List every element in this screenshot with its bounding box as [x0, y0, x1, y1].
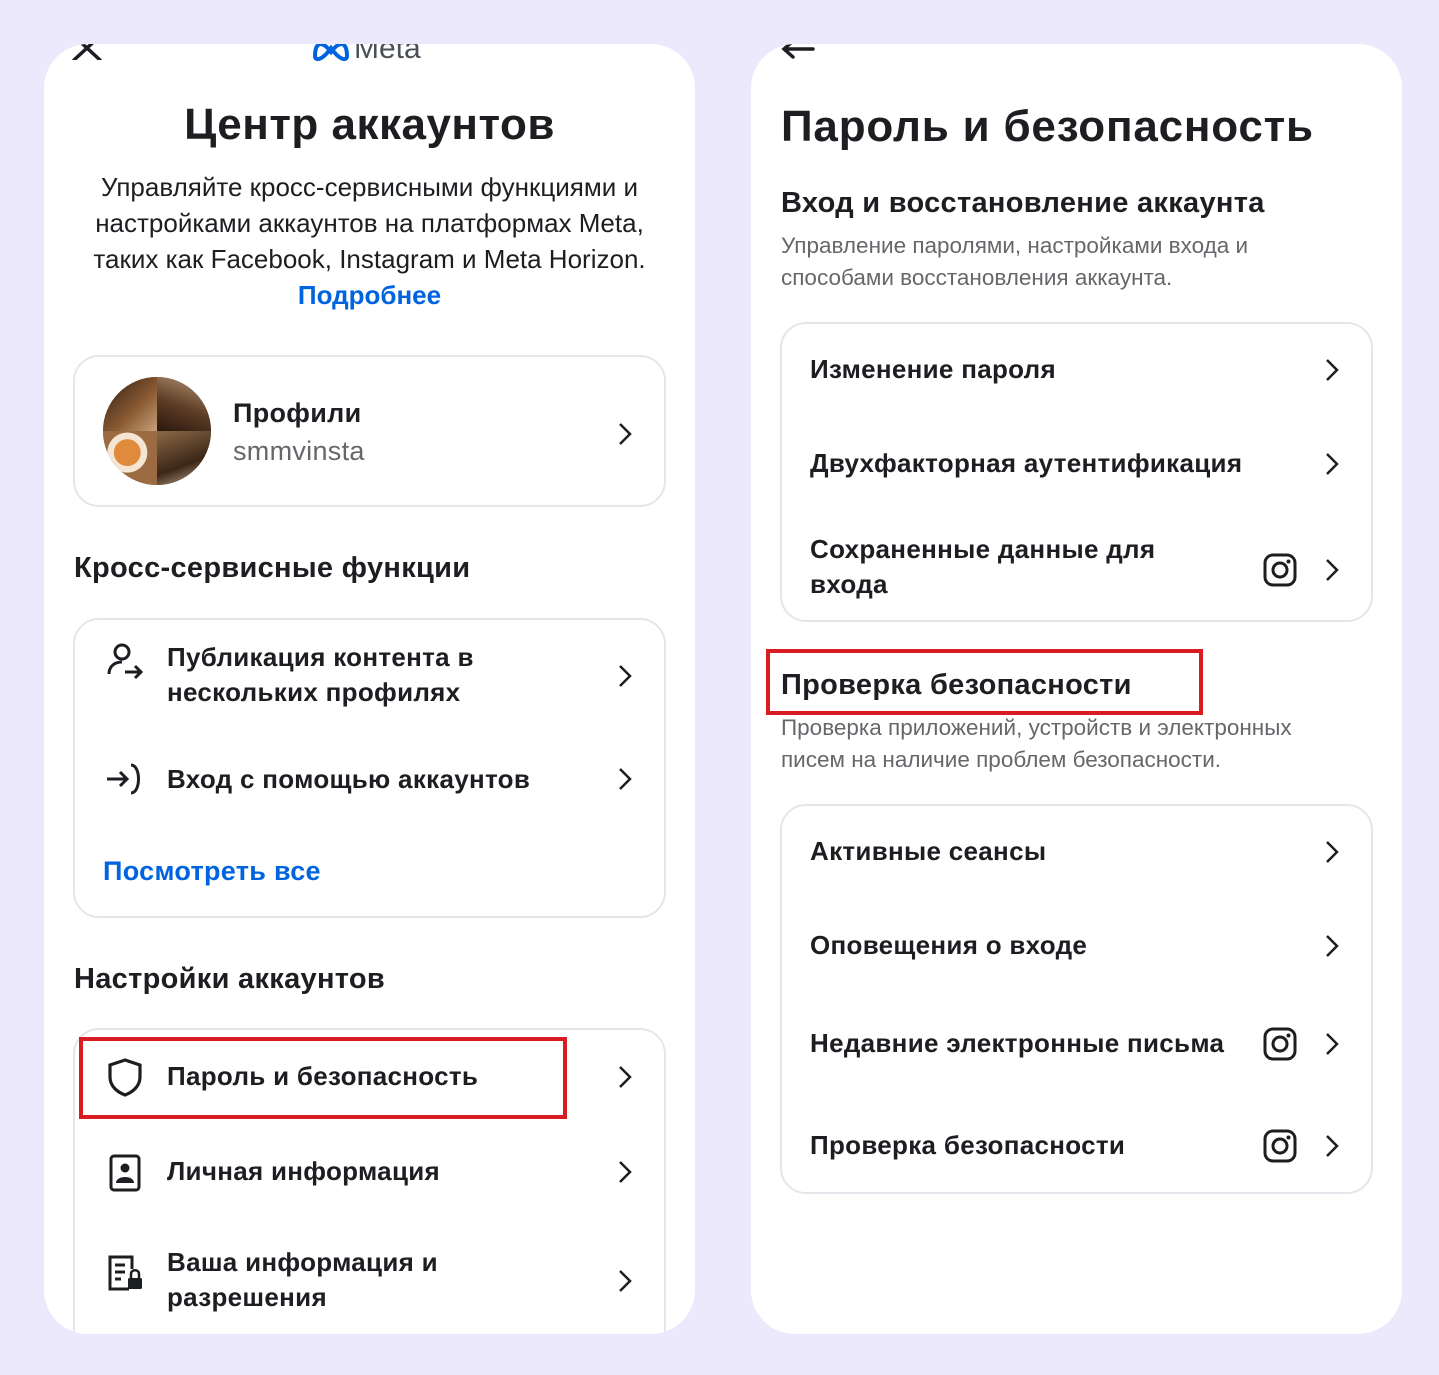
page-description: Управляйте кросс-сервисными функциями и …: [74, 169, 665, 313]
instagram-icon: [1263, 553, 1297, 587]
chevron-right-icon: [1326, 559, 1339, 581]
login-recovery-title: Вход и восстановление аккаунта: [781, 187, 1265, 219]
learn-more-link[interactable]: Подробнее: [298, 280, 441, 310]
cross-services-title: Кросс-сервисные функции: [74, 552, 471, 584]
person-share-icon: [107, 643, 144, 680]
profiles-card[interactable]: Профили smmvinsta: [73, 355, 666, 507]
page-title: Центр аккаунтов: [184, 100, 555, 149]
description-text: Управляйте кросс-сервисными функциями и …: [93, 172, 646, 274]
meta-wordmark: Meta: [354, 44, 421, 65]
chevron-right-icon: [1326, 1033, 1339, 1055]
instagram-icon: [1263, 1129, 1297, 1163]
chevron-right-icon: [619, 423, 632, 445]
id-badge-icon: [109, 1154, 141, 1192]
settings-item-personal-info[interactable]: Личная информация: [75, 1130, 664, 1220]
chevron-right-icon: [619, 665, 632, 687]
security-check-card: Активные сеансы Оповещения о входе Недав…: [780, 804, 1373, 1194]
item-login-alerts[interactable]: Оповещения о входе: [782, 898, 1371, 990]
cross-services-card: Публикация контента в нескольких профиля…: [73, 618, 666, 918]
item-recent-emails[interactable]: Недавние электронные письма: [782, 996, 1371, 1092]
cross-item-publish[interactable]: Публикация контента в нескольких профиля…: [75, 620, 664, 730]
page-title: Пароль и безопасность: [781, 102, 1314, 151]
item-two-factor[interactable]: Двухфакторная аутентификация: [782, 416, 1371, 508]
document-lock-icon: [108, 1255, 142, 1291]
cross-item-login[interactable]: Вход с помощью аккаунтов: [75, 744, 664, 814]
password-security-panel: Пароль и безопасность Вход и восстановле…: [751, 44, 1402, 1334]
shield-icon: [108, 1058, 142, 1097]
chevron-right-icon: [1326, 935, 1339, 957]
cross-item-label: Публикация контента в нескольких профиля…: [167, 642, 474, 707]
chevron-right-icon: [619, 768, 632, 790]
security-check-title: Проверка безопасности: [781, 669, 1132, 701]
instagram-icon: [1263, 1027, 1297, 1061]
account-settings-title: Настройки аккаунтов: [74, 963, 386, 995]
settings-item-your-info[interactable]: Ваша информация и разрешения: [75, 1225, 664, 1334]
item-label: Двухфакторная аутентификация: [810, 448, 1243, 478]
profiles-label: Профили: [233, 398, 362, 428]
settings-item-password-security[interactable]: Пароль и безопасность: [75, 1030, 664, 1125]
item-label: Оповещения о входе: [810, 930, 1088, 960]
see-all-link[interactable]: Посмотреть все: [103, 854, 321, 889]
settings-item-label: Пароль и безопасность: [167, 1061, 479, 1091]
item-saved-login[interactable]: Сохраненные данные для входа: [782, 514, 1371, 614]
cross-item-label: Вход с помощью аккаунтов: [167, 764, 531, 794]
accounts-center-panel: Meta Центр аккаунтов Управляйте кросс-се…: [44, 44, 695, 1334]
item-change-password[interactable]: Изменение пароля: [782, 324, 1371, 416]
account-settings-card: Пароль и безопасность Личная информация …: [73, 1028, 666, 1334]
settings-item-label: Ваша информация и разрешения: [167, 1247, 438, 1312]
item-label: Сохраненные данные для входа: [810, 534, 1156, 599]
chevron-right-icon: [1326, 453, 1339, 475]
item-label: Активные сеансы: [810, 836, 1047, 866]
chevron-right-icon: [619, 1161, 632, 1183]
chevron-right-icon: [1326, 841, 1339, 863]
item-security-check[interactable]: Проверка безопасности: [782, 1096, 1371, 1192]
item-label: Недавние электронные письма: [810, 1028, 1225, 1058]
profile-username: smmvinsta: [233, 436, 365, 466]
item-label: Изменение пароля: [810, 354, 1056, 384]
close-icon[interactable]: [70, 44, 104, 60]
avatar: [103, 377, 211, 485]
item-label: Проверка безопасности: [810, 1130, 1126, 1160]
meta-logo: Meta: [312, 44, 421, 66]
login-recovery-description: Управление паролями, настройками входа и…: [781, 233, 1249, 290]
back-arrow-icon[interactable]: [781, 44, 815, 60]
settings-item-label: Личная информация: [167, 1156, 440, 1186]
security-check-description: Проверка приложений, устройств и электро…: [781, 715, 1292, 772]
login-arrow-icon: [107, 763, 140, 795]
chevron-right-icon: [1326, 1135, 1339, 1157]
chevron-right-icon: [619, 1066, 632, 1088]
item-active-sessions[interactable]: Активные сеансы: [782, 806, 1371, 898]
login-recovery-card: Изменение пароля Двухфакторная аутентифи…: [780, 322, 1373, 622]
meta-infinity-icon: [312, 44, 350, 62]
chevron-right-icon: [1326, 359, 1339, 381]
chevron-right-icon: [619, 1270, 632, 1292]
